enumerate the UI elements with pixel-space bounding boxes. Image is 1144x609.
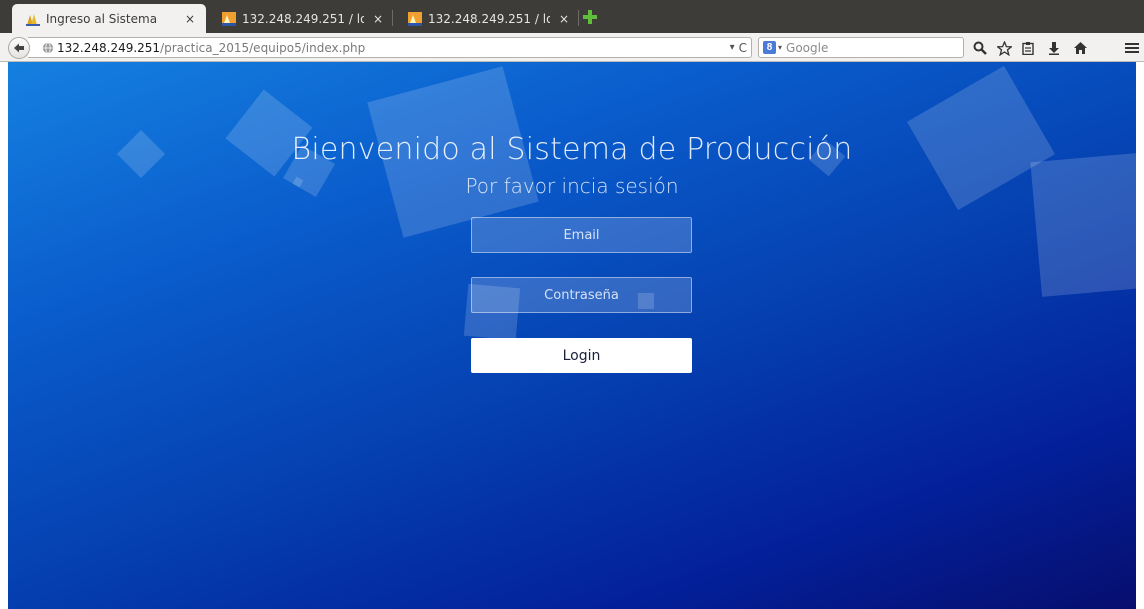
close-tab-icon[interactable]: × (184, 12, 196, 26)
url-host: 132.248.249.251 (57, 40, 161, 55)
phpmyadmin-favicon-icon (408, 11, 422, 26)
site-favicon-icon (26, 12, 40, 26)
tab-ingreso[interactable]: Ingreso al Sistema × (12, 4, 206, 33)
globe-icon (42, 41, 54, 54)
url-bar[interactable]: 132.248.249.251/practica_2015/equipo5/in… (28, 37, 752, 58)
search-placeholder: Google (786, 40, 829, 55)
back-button[interactable] (8, 37, 30, 59)
url-controls: ▾ C (730, 38, 747, 57)
new-tab-plus-icon[interactable] (582, 9, 598, 25)
tab-title: 132.248.249.251 / lo… (242, 11, 364, 26)
login-page: Bienvenido al Sistema de Producción Por … (8, 62, 1136, 609)
page-title: Bienvenido al Sistema de Producción (291, 132, 853, 167)
tab-title: Ingreso al Sistema (46, 11, 158, 26)
phpmyadmin-favicon-icon (222, 11, 236, 26)
email-field[interactable] (471, 217, 692, 253)
tab-title: 132.248.249.251 / lo… (428, 11, 550, 26)
reading-list-clipboard-icon[interactable] (1020, 40, 1036, 56)
search-magnifier-icon[interactable] (972, 40, 988, 56)
back-arrow-icon (14, 43, 24, 53)
bookmark-star-icon[interactable] (996, 40, 1012, 56)
tab-separator (392, 10, 393, 26)
password-field[interactable] (471, 277, 692, 313)
search-engine-dropdown-icon[interactable]: ▾ (778, 43, 782, 52)
tab-phpmyadmin-1[interactable]: 132.248.249.251 / lo… × (208, 4, 394, 33)
url-path: /practica_2015/equipo5/index.php (160, 40, 366, 55)
close-tab-icon[interactable]: × (558, 12, 570, 26)
search-engine-icon[interactable]: 8 (763, 41, 776, 54)
nav-toolbar: 132.248.249.251/practica_2015/equipo5/in… (0, 33, 1144, 62)
hamburger-menu-icon[interactable] (1124, 40, 1140, 56)
reload-icon[interactable]: C (739, 41, 747, 55)
close-tab-icon[interactable]: × (372, 12, 384, 26)
tab-phpmyadmin-2[interactable]: 132.248.249.251 / lo… × (394, 4, 580, 33)
download-arrow-icon[interactable] (1046, 40, 1062, 56)
login-button[interactable]: Login (471, 338, 692, 373)
page-subtitle: Por favor incia sesión (465, 174, 679, 198)
home-icon[interactable] (1072, 40, 1088, 56)
search-bar[interactable]: 8 ▾ Google (758, 37, 964, 58)
url-history-dropdown-icon[interactable]: ▾ (730, 42, 735, 53)
tab-separator (578, 10, 579, 26)
tab-strip: Ingreso al Sistema × 132.248.249.251 / l… (0, 0, 1144, 33)
